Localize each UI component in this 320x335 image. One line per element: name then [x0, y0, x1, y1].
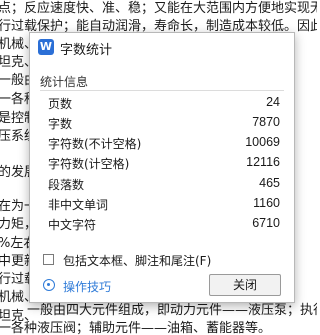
- tips-icon: [43, 279, 55, 291]
- stat-value: 24: [266, 95, 280, 109]
- stat-label: 字符数(不计空格): [48, 137, 142, 151]
- stat-value: 1160: [253, 196, 280, 210]
- stat-value: 10069: [245, 135, 280, 149]
- stat-label: 字符数(计空格): [48, 157, 130, 171]
- operation-tips-label[interactable]: 操作技巧: [63, 278, 111, 295]
- stat-value: 12116: [246, 155, 280, 169]
- stat-row-words: 字数 7870: [30, 113, 294, 133]
- document-line: 点；反应速度快、准、稳；又能在大范围内方便地实现无级: [0, 1, 317, 16]
- stat-value: 7870: [252, 115, 280, 129]
- stat-row-chars-no-spaces: 字符数(不计空格) 10069: [30, 133, 294, 153]
- stat-row-pages: 页数 24: [30, 93, 294, 113]
- close-button[interactable]: 关闭: [209, 274, 281, 296]
- dialog-title: 字数统计: [60, 43, 113, 58]
- stat-label: 字数: [48, 117, 73, 131]
- stat-value: 465: [259, 176, 280, 190]
- word-count-dialog: W 字数统计 统计信息 页数 24 字数 7870 字符数(不计空格) 1006…: [29, 32, 295, 303]
- include-textboxes-label[interactable]: 包括文本框、脚注和尾注(F): [63, 252, 211, 269]
- stat-label: 页数: [48, 97, 73, 111]
- stat-row-non-chinese-words: 非中文单词 1160: [30, 194, 294, 214]
- stat-row-chars-with-spaces: 字符数(计空格) 12116: [30, 153, 294, 173]
- stat-label: 段落数: [48, 178, 85, 192]
- wps-writer-icon: W: [38, 39, 54, 55]
- document-line: 一各种液压阀；辅助元件——油箱、蓄能器等。: [0, 321, 272, 335]
- section-title: 统计信息: [40, 75, 89, 89]
- include-textboxes-checkbox[interactable]: [43, 254, 54, 265]
- stat-label: 中文字符: [48, 218, 97, 232]
- stat-row-chinese-chars: 中文字符 6710: [30, 214, 294, 234]
- dialog-titlebar[interactable]: W 字数统计: [30, 33, 294, 61]
- stat-row-paragraphs: 段落数 465: [30, 174, 294, 194]
- stat-label: 非中文单词: [48, 198, 109, 212]
- stat-value: 6710: [252, 216, 280, 230]
- section-divider: [40, 90, 284, 91]
- document-line: 一般由四大元件组成，即动力元件——液压泵；执行元件——: [27, 303, 317, 318]
- document-page: 点；反应速度快、准、稳；又能在大范围内方便地实现无级 行过载保护；能自动润滑，寿…: [0, 0, 317, 335]
